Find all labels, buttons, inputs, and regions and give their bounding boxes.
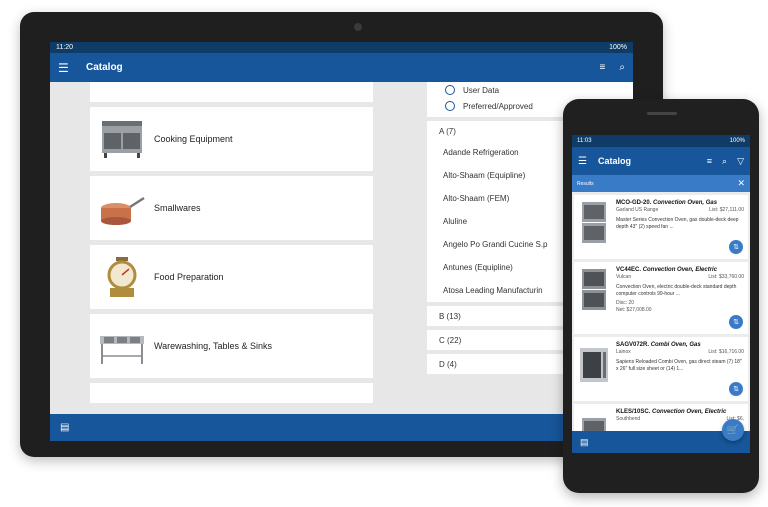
combi-oven-icon — [578, 341, 610, 389]
tablet-status-battery: 100% — [609, 44, 627, 51]
stage: 11:20 100% ☰ Catalog ≡ ⌕ Cooking Equipme… — [0, 0, 768, 507]
filter-option-label: User Data — [463, 85, 500, 95]
product-title: SAGV072R. Combi Oven, Gas — [616, 341, 744, 349]
convection-oven-icon — [578, 266, 610, 314]
category-card-smallwares[interactable]: Smallwares — [90, 176, 373, 240]
document-icon[interactable]: ▤ — [60, 422, 69, 433]
filter-icon[interactable]: ▽ — [737, 156, 744, 167]
category-label: Warewashing, Tables & Sinks — [154, 341, 273, 351]
tablet-status-bar: 11:20 100% — [50, 42, 633, 53]
close-icon[interactable]: ✕ — [737, 178, 745, 189]
product-name: Convection Oven, Gas — [653, 200, 718, 206]
phone-status-bar: 11:03 100% — [572, 135, 750, 147]
phone-app-bar: ☰ Catalog ≡ ⌕ ▽ — [572, 147, 750, 175]
product-description: Sapiens Reloaded Combi Oven, gas direct … — [616, 358, 742, 372]
product-name: Combi Oven, Gas — [650, 342, 701, 348]
product-card[interactable]: MCO-GD-20. Convection Oven, Gas Garland … — [574, 195, 748, 259]
product-meta: Vulcan List: $33,760.00 — [616, 274, 744, 281]
product-model: SAGV072R. — [616, 342, 650, 348]
phone-page-title: Catalog — [598, 156, 632, 166]
range-oven-icon — [98, 118, 146, 160]
tablet-bottom-bar: ▤ — [50, 414, 633, 441]
category-list: Cooking Equipment Smallwares Food Prepar… — [90, 82, 373, 408]
tablet-app-bar: ☰ Catalog ≡ ⌕ — [50, 53, 633, 82]
search-icon[interactable]: ⌕ — [619, 62, 625, 73]
product-name: Convection Oven, Electric — [652, 409, 727, 415]
category-label: Cooking Equipment — [154, 134, 233, 144]
phone-speaker — [647, 112, 677, 115]
category-label: Smallwares — [154, 203, 201, 213]
product-card[interactable]: SAGV072R. Combi Oven, Gas Lainox List: $1… — [574, 337, 748, 401]
radio-icon[interactable] — [445, 85, 455, 95]
sort-icon[interactable]: ≡ — [600, 62, 606, 73]
product-list-price: List: $33,760.00 — [708, 274, 744, 281]
food-scale-icon — [98, 256, 146, 298]
category-card-partial[interactable] — [90, 383, 373, 403]
compare-icon[interactable]: ⇅ — [729, 240, 743, 254]
product-list-price: List: $16,716.00 — [708, 349, 744, 356]
product-model: VC44EC. — [616, 267, 642, 273]
results-label: Results — [577, 180, 594, 187]
results-bar: Results ✕ — [572, 175, 750, 192]
phone-device: 11:03 100% ☰ Catalog ≡ ⌕ ▽ Results ✕ MCO… — [563, 99, 759, 493]
product-card[interactable]: VC44EC. Convection Oven, Electric Vulcan… — [574, 262, 748, 334]
product-discount: Disc: 20 — [616, 300, 635, 307]
product-model: KLES/10SC. — [616, 409, 651, 415]
product-brand: Southbend — [616, 416, 641, 423]
tablet-camera — [354, 23, 362, 31]
sort-icon[interactable]: ≡ — [707, 156, 712, 166]
compare-icon[interactable]: ⇅ — [729, 382, 743, 396]
saucepan-icon — [98, 187, 146, 229]
product-net-price: Net: $27,008.00 — [616, 307, 652, 314]
radio-icon[interactable] — [445, 101, 455, 111]
product-info: MCO-GD-20. Convection Oven, Gas Garland … — [616, 199, 744, 255]
cart-icon[interactable]: 🛒 — [722, 419, 744, 441]
filter-option-user-data[interactable]: User Data — [427, 82, 633, 98]
product-title: MCO-GD-20. Convection Oven, Gas — [616, 199, 744, 207]
menu-icon[interactable]: ☰ — [578, 156, 594, 167]
document-icon[interactable]: ▤ — [580, 437, 589, 448]
tablet-screen: 11:20 100% ☰ Catalog ≡ ⌕ Cooking Equipme… — [50, 42, 633, 441]
product-description: Convection Oven, electric double-deck st… — [616, 283, 737, 297]
product-brand: Vulcan — [616, 274, 632, 281]
phone-status-battery: 100% — [729, 138, 745, 144]
category-card-cooking-equipment[interactable]: Cooking Equipment — [90, 107, 373, 171]
product-name: Convection Oven, Electric — [642, 267, 718, 273]
product-description: Master Series Convection Oven, gas doubl… — [616, 216, 739, 230]
menu-icon[interactable]: ☰ — [58, 61, 80, 75]
product-info: VC44EC. Convection Oven, Electric Vulcan… — [616, 266, 744, 330]
tablet-status-time: 11:20 — [56, 44, 73, 51]
product-title: KLES/10SC. Convection Oven, Electric — [616, 408, 744, 416]
tablet-body: Cooking Equipment Smallwares Food Prepar… — [50, 82, 633, 403]
product-meta: Lainox List: $16,716.00 — [616, 349, 744, 356]
tablet-page-title: Catalog — [86, 62, 123, 73]
phone-screen: 11:03 100% ☰ Catalog ≡ ⌕ ▽ Results ✕ MCO… — [572, 135, 750, 453]
product-brand: Lainox — [616, 349, 631, 356]
phone-status-time: 11:03 — [577, 138, 592, 144]
product-title: VC44EC. Convection Oven, Electric — [616, 266, 744, 274]
product-meta: Garland US Range List: $27,111.00 — [616, 207, 744, 214]
product-list-price: List: $27,111.00 — [709, 207, 744, 214]
search-icon[interactable]: ⌕ — [722, 156, 727, 167]
product-info: SAGV072R. Combi Oven, Gas Lainox List: $1… — [616, 341, 744, 397]
category-card-warewashing[interactable]: Warewashing, Tables & Sinks — [90, 314, 373, 378]
category-card-partial[interactable] — [90, 82, 373, 102]
compare-icon[interactable]: ⇅ — [729, 315, 743, 329]
product-model: MCO-GD-20. — [616, 200, 652, 206]
product-brand: Garland US Range — [616, 207, 659, 214]
category-card-food-preparation[interactable]: Food Preparation — [90, 245, 373, 309]
sink-icon — [98, 325, 146, 367]
convection-oven-icon — [578, 199, 610, 247]
filter-option-label: Preferred/Approved — [463, 101, 533, 111]
category-label: Food Preparation — [154, 272, 224, 282]
